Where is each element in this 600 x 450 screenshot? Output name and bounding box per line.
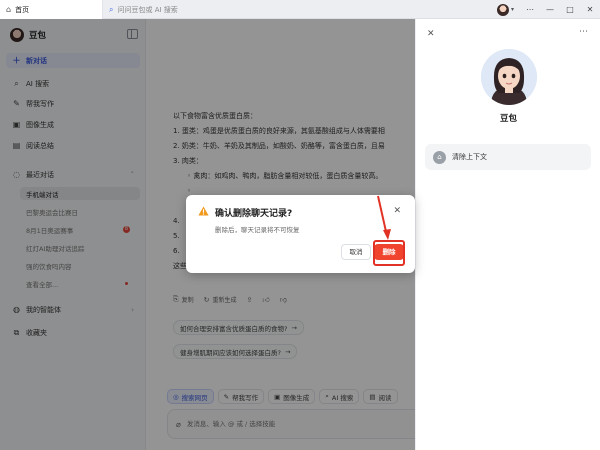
- search-icon: ⌕: [109, 4, 114, 14]
- dialog-close-icon[interactable]: ✕: [393, 206, 401, 216]
- address-placeholder: 问问豆包或 AI 搜索: [117, 5, 178, 14]
- more-icon[interactable]: ⋯: [579, 27, 588, 37]
- profile-panel: ✕ ⋯ 豆包 ⌂ 清除上下文: [415, 19, 600, 450]
- profile-name: 豆包: [499, 114, 517, 124]
- doubao-portrait-icon: [481, 49, 537, 105]
- warning-icon: [198, 206, 209, 216]
- clear-context-button[interactable]: ⌂ 清除上下文: [425, 144, 591, 170]
- dialog-message: 删除后，聊天记录将不可恢复: [215, 226, 300, 234]
- tab-home[interactable]: ⌂ 首页: [0, 0, 103, 19]
- chevron-down-icon[interactable]: ▾: [511, 6, 514, 13]
- dialog-title: 确认删除聊天记录?: [215, 209, 293, 219]
- address-bar[interactable]: ⌕ 问问豆包或 AI 搜索: [107, 3, 307, 16]
- home-icon: ⌂: [6, 5, 12, 14]
- close-icon[interactable]: ✕: [427, 29, 435, 39]
- minimize-button[interactable]: —: [540, 5, 560, 14]
- close-window-button[interactable]: ✕: [580, 5, 600, 14]
- profile-avatar: [481, 49, 537, 105]
- window-controls: ▾ ⋯ — □ ✕: [496, 0, 600, 19]
- tab-home-label: 首页: [15, 5, 30, 14]
- more-button[interactable]: ⋯: [520, 5, 540, 14]
- cancel-button[interactable]: 取消: [341, 244, 371, 260]
- user-avatar[interactable]: [496, 3, 509, 16]
- clear-context-label: 清除上下文: [452, 153, 487, 161]
- annotation-highlight-box: [373, 240, 405, 266]
- broom-icon: ⌂: [433, 150, 446, 164]
- maximize-button[interactable]: □: [560, 5, 580, 14]
- browser-chrome: ⌂ 首页 ⌕ 问问豆包或 AI 搜索 ▾ ⋯ — □ ✕: [0, 0, 600, 19]
